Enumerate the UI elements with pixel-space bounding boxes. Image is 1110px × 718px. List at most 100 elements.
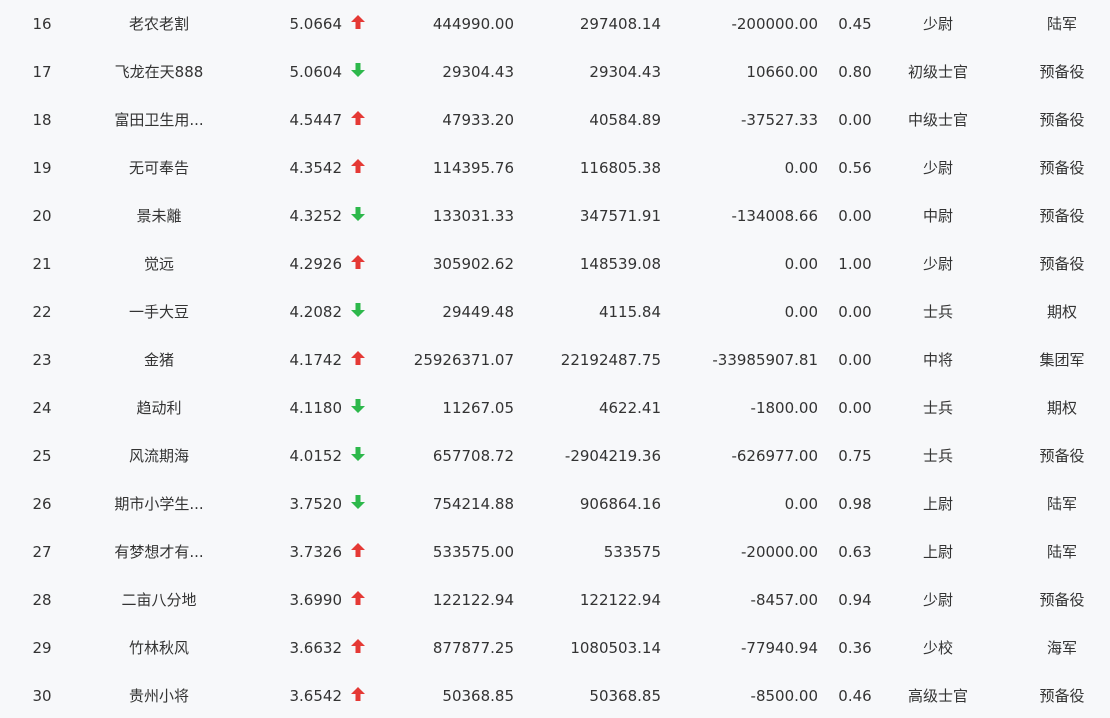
value-1: 305902.62 [432, 255, 514, 273]
grade-label: 少尉 [922, 255, 953, 273]
trader-name[interactable]: 无可奉告 [86, 144, 232, 192]
category-label: 陆军 [1046, 15, 1077, 33]
value-3: 0.00 [784, 159, 818, 177]
trader-name[interactable]: 金猪 [86, 336, 232, 384]
table-row[interactable]: 26 期市小学生... 3.7520 754214.88 906864.16 0.00 0.… [0, 480, 1110, 528]
trader-name[interactable]: 趋动利 [86, 384, 232, 432]
table-row[interactable]: 24 趋动利 4.1180 11267.05 4622.41 -1800.00 0.00 士兵… [0, 384, 1110, 432]
arrow-up-icon [350, 96, 370, 144]
rank-cell: 17 [32, 63, 52, 81]
ranking-table: 16 老农老割 5.0664 444990.00 297408.14 -200000.00… [0, 0, 1110, 718]
trader-name[interactable]: 景未離 [86, 192, 232, 240]
value-3: 0.00 [784, 255, 818, 273]
arrow-down-icon [350, 480, 370, 528]
value-1: 11267.05 [442, 399, 514, 417]
table-row[interactable]: 17 飞龙在天888 5.0604 29304.43 29304.43 10660.00 0… [0, 48, 1110, 96]
grade-label: 少校 [922, 639, 953, 657]
trader-name[interactable]: 飞龙在天888 [86, 48, 232, 96]
ratio-value: 0.36 [838, 639, 872, 657]
arrow-up-icon [350, 528, 370, 576]
table-row[interactable]: 20 景未離 4.3252 133031.33 347571.91 -134008.66 0… [0, 192, 1110, 240]
trader-name[interactable]: 一手大豆 [86, 288, 232, 336]
value-3: 0.00 [784, 303, 818, 321]
category-label: 预备役 [1039, 255, 1085, 273]
arrow-down-icon [350, 192, 370, 240]
ratio-value: 0.75 [838, 447, 872, 465]
table-row[interactable]: 28 二亩八分地 3.6990 122122.94 122122.94 -8457.00 0… [0, 576, 1110, 624]
trader-name[interactable]: 贵州小将 [86, 672, 232, 718]
ratio-value: 0.98 [838, 495, 872, 513]
table-row[interactable]: 23 金猪 4.1742 25926371.07 22192487.75 -3398590… [0, 336, 1110, 384]
table-row[interactable]: 29 竹林秋风 3.6632 877877.25 1080503.14 -77940.94… [0, 624, 1110, 672]
score-value: 4.0152 [289, 447, 343, 465]
trader-name[interactable]: 富田卫生用... [86, 96, 232, 144]
rank-cell: 21 [32, 255, 52, 273]
table-row[interactable]: 22 一手大豆 4.2082 29449.48 4115.84 0.00 0.00 士兵 期权 [0, 288, 1110, 336]
category-label: 期权 [1046, 399, 1077, 417]
rank-cell: 27 [32, 543, 52, 561]
grade-label: 少尉 [922, 159, 953, 177]
score-value: 3.6542 [289, 687, 343, 705]
ratio-value: 0.00 [838, 303, 872, 321]
trader-name[interactable]: 期市小学生... [86, 480, 232, 528]
score-value: 4.1742 [289, 351, 343, 369]
value-2: 1080503.14 [570, 639, 661, 657]
table-row[interactable]: 19 无可奉告 4.3542 114395.76 116805.38 0.00 0.56 少尉… [0, 144, 1110, 192]
arrow-up-icon [350, 672, 370, 718]
rank-cell: 25 [32, 447, 52, 465]
score-value: 4.3252 [289, 207, 343, 225]
trader-name[interactable]: 二亩八分地 [86, 576, 232, 624]
category-label: 预备役 [1039, 63, 1085, 81]
table-row[interactable]: 27 有梦想才有... 3.7326 533575.00 533575 -20000.00… [0, 528, 1110, 576]
arrow-up-icon [350, 144, 370, 192]
rank-cell: 29 [32, 639, 52, 657]
value-2: -2904219.36 [564, 447, 661, 465]
score-value: 3.6990 [289, 591, 343, 609]
grade-label: 初级士官 [907, 63, 968, 81]
value-3: -77940.94 [741, 639, 818, 657]
category-label: 预备役 [1039, 159, 1085, 177]
score-value: 4.2082 [289, 303, 343, 321]
ratio-value: 0.45 [838, 15, 872, 33]
value-1: 25926371.07 [413, 351, 514, 369]
grade-label: 士兵 [922, 447, 953, 465]
trader-name[interactable]: 有梦想才有... [86, 528, 232, 576]
value-2: 906864.16 [579, 495, 661, 513]
rank-cell: 28 [32, 591, 52, 609]
table-row[interactable]: 21 觉远 4.2926 305902.62 148539.08 0.00 1.00 少尉 预备… [0, 240, 1110, 288]
value-3: -33985907.81 [712, 351, 818, 369]
grade-label: 士兵 [922, 303, 953, 321]
grade-label: 士兵 [922, 399, 953, 417]
trader-name[interactable]: 老农老割 [86, 0, 232, 48]
rank-cell: 23 [32, 351, 52, 369]
score-value: 4.2926 [289, 255, 343, 273]
trader-name[interactable]: 觉远 [86, 240, 232, 288]
table-row[interactable]: 30 贵州小将 3.6542 50368.85 50368.85 -8500.00 0.46… [0, 672, 1110, 718]
value-3: -200000.00 [731, 15, 818, 33]
grade-label: 少尉 [922, 591, 953, 609]
value-1: 754214.88 [432, 495, 514, 513]
grade-label: 高级士官 [907, 687, 968, 705]
value-2: 40584.89 [589, 111, 661, 129]
ratio-value: 0.00 [838, 207, 872, 225]
table-row[interactable]: 18 富田卫生用... 4.5447 47933.20 40584.89 -37527.3… [0, 96, 1110, 144]
value-2: 347571.91 [579, 207, 661, 225]
value-3: -37527.33 [741, 111, 818, 129]
value-3: -134008.66 [731, 207, 818, 225]
trader-name[interactable]: 竹林秋风 [86, 624, 232, 672]
value-1: 122122.94 [432, 591, 514, 609]
rank-cell: 16 [32, 15, 52, 33]
ratio-value: 0.00 [838, 399, 872, 417]
arrow-up-icon [350, 0, 370, 48]
table-row[interactable]: 25 风流期海 4.0152 657708.72 -2904219.36 -626977.… [0, 432, 1110, 480]
value-3: -1800.00 [750, 399, 818, 417]
category-label: 集团军 [1039, 351, 1085, 369]
value-1: 133031.33 [432, 207, 514, 225]
category-label: 陆军 [1046, 495, 1077, 513]
trader-name[interactable]: 风流期海 [86, 432, 232, 480]
arrow-up-icon [350, 576, 370, 624]
rank-cell: 22 [32, 303, 52, 321]
rank-cell: 18 [32, 111, 52, 129]
table-row[interactable]: 16 老农老割 5.0664 444990.00 297408.14 -200000.00… [0, 0, 1110, 48]
ratio-value: 0.94 [838, 591, 872, 609]
